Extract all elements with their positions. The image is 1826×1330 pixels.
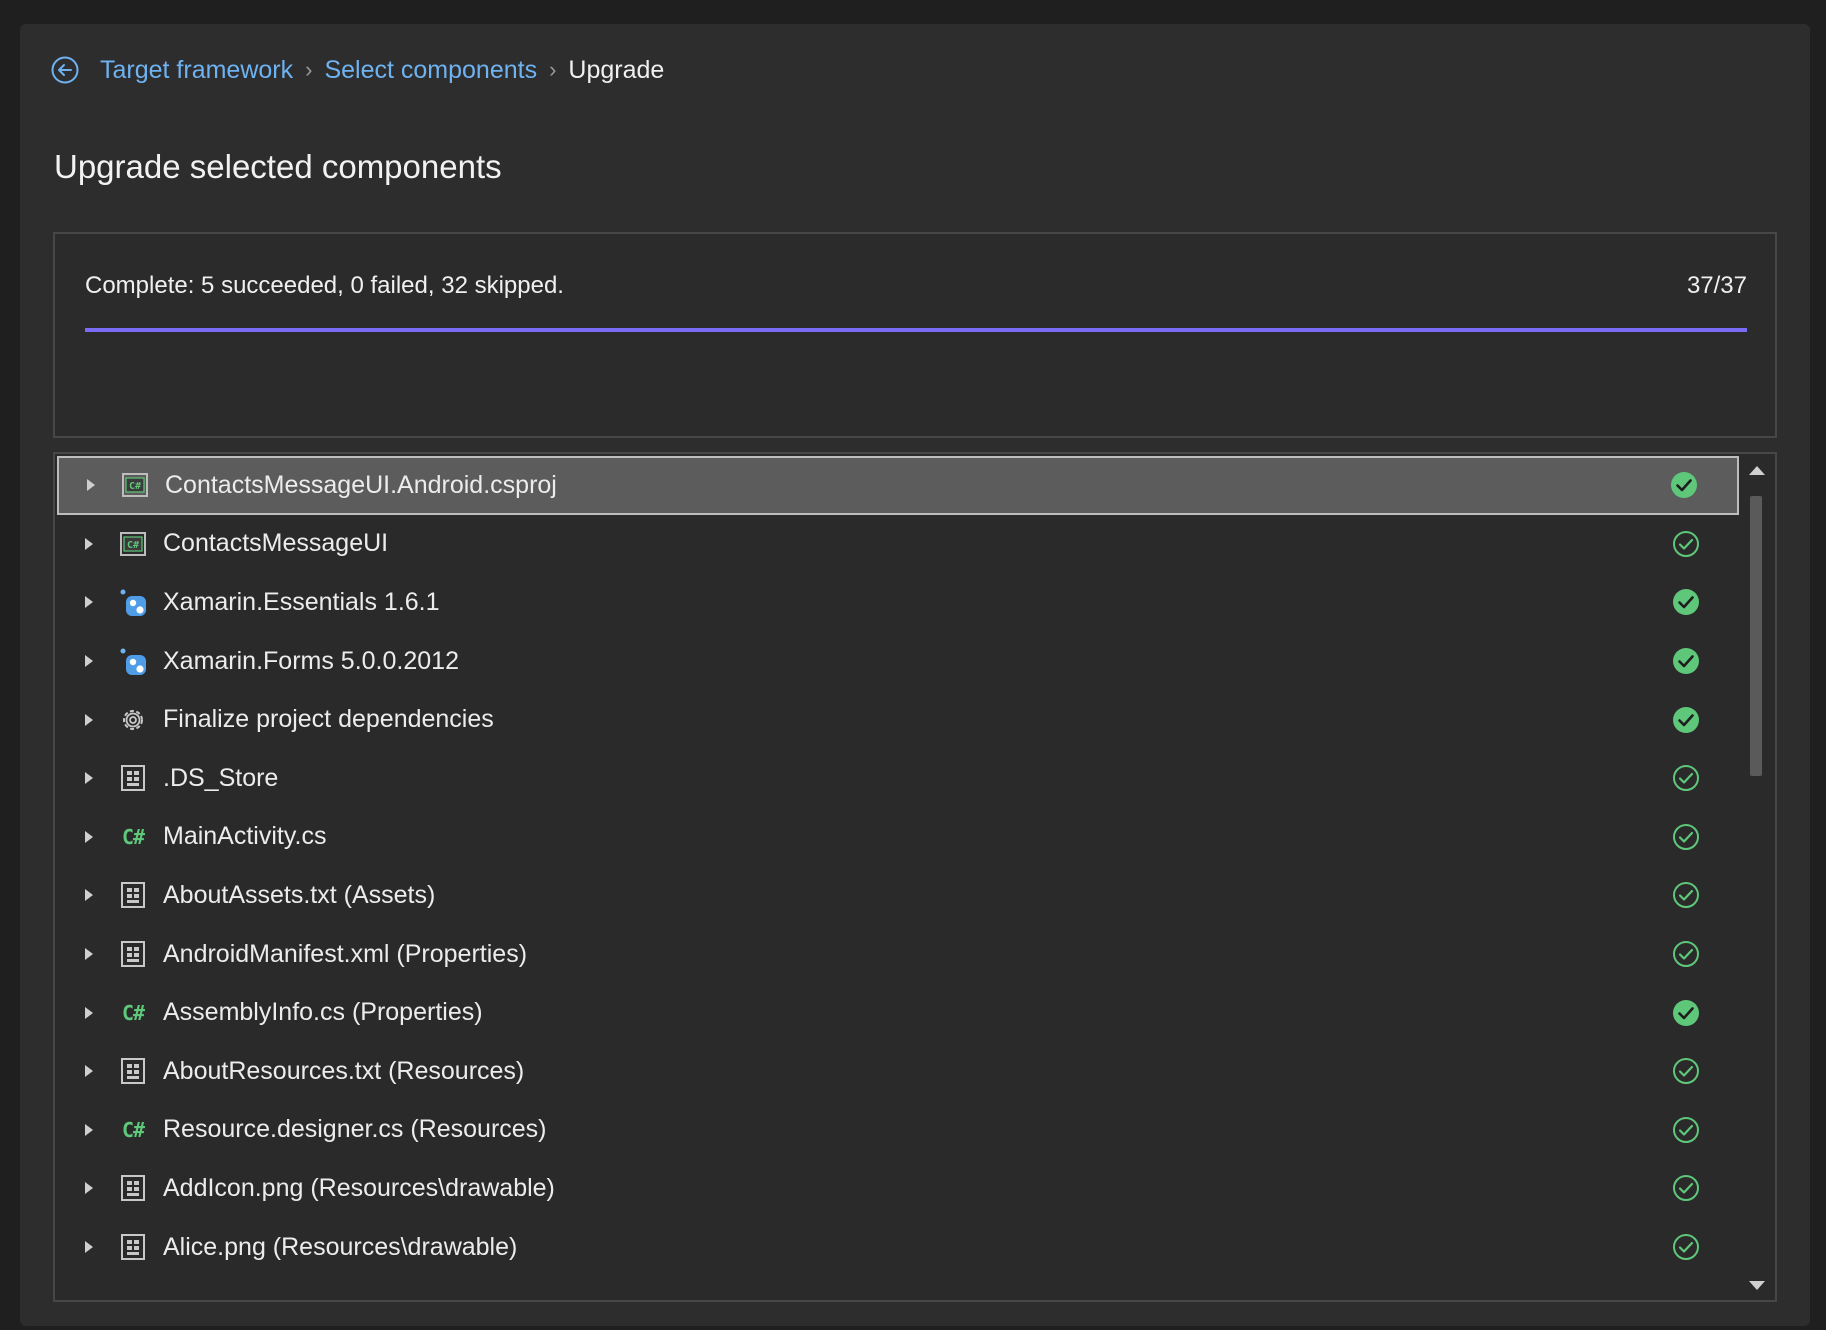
file-icon xyxy=(117,1055,149,1087)
success-filled-check-icon xyxy=(1671,998,1701,1028)
list-item-label: Resource.designer.cs (Resources) xyxy=(163,1115,547,1144)
csharp-project-icon: C# xyxy=(117,528,149,560)
breadcrumb: Target framework › Select components › U… xyxy=(50,50,664,90)
status-count: 37/37 xyxy=(1686,272,1747,299)
expand-arrow-icon[interactable] xyxy=(85,1065,93,1078)
list-item[interactable]: C# AssemblyInfo.cs (Properties) xyxy=(57,983,1739,1042)
csharp-file-icon: C# xyxy=(121,824,145,849)
file-icon xyxy=(117,938,149,970)
breadcrumb-separator: › xyxy=(549,57,557,82)
list-item-label: AssemblyInfo.cs (Properties) xyxy=(163,998,483,1027)
success-filled-check-icon xyxy=(1671,587,1701,617)
success-outline-check-icon xyxy=(1671,1115,1701,1145)
page-title: Upgrade selected components xyxy=(54,148,502,185)
csharp-file-icon: C# xyxy=(121,1117,145,1142)
list-item[interactable]: AboutResources.txt (Resources) xyxy=(57,1042,1739,1101)
expand-arrow-icon[interactable] xyxy=(85,537,93,550)
list-item[interactable]: Xamarin.Essentials 1.6.1 xyxy=(57,573,1739,632)
svg-text:C#: C# xyxy=(129,481,141,492)
expand-arrow-icon[interactable] xyxy=(85,655,93,668)
scroll-up-arrow-icon[interactable] xyxy=(1749,466,1765,475)
list-item[interactable]: Xamarin.Forms 5.0.0.2012 xyxy=(57,632,1739,691)
back-arrow-icon[interactable] xyxy=(50,55,80,85)
list-item[interactable]: AndroidManifest.xml (Properties) xyxy=(57,925,1739,984)
list-item[interactable]: C# ContactsMessageUI.Android.csproj xyxy=(57,456,1739,515)
success-outline-check-icon xyxy=(1671,822,1701,852)
gear-icon xyxy=(117,704,149,736)
list-item[interactable]: Alice.png (Resources\drawable) xyxy=(57,1218,1739,1277)
success-outline-check-icon xyxy=(1671,939,1701,969)
list-item[interactable]: Finalize project dependencies xyxy=(57,690,1739,749)
file-icon xyxy=(117,1231,149,1263)
list-item[interactable]: AboutAssets.txt (Assets) xyxy=(57,866,1739,925)
svg-text:C#: C# xyxy=(127,540,139,551)
expand-arrow-icon[interactable] xyxy=(85,772,93,785)
list-item[interactable]: C# ContactsMessageUI xyxy=(57,515,1739,574)
expand-arrow-icon[interactable] xyxy=(85,1123,93,1136)
success-outline-check-icon xyxy=(1671,529,1701,559)
file-icon xyxy=(117,1172,149,1204)
list-item-label: AboutResources.txt (Resources) xyxy=(163,1056,525,1085)
expand-arrow-icon[interactable] xyxy=(85,713,93,726)
components-list: C# ContactsMessageUI.Android.csproj C# Cont… xyxy=(53,452,1777,1302)
list-item-label: Xamarin.Forms 5.0.0.2012 xyxy=(163,646,459,675)
success-outline-check-icon xyxy=(1671,880,1701,910)
progress-fill xyxy=(85,328,1747,332)
scroll-down-arrow-icon[interactable] xyxy=(1749,1281,1765,1290)
list-item-label: Alice.png (Resources\drawable) xyxy=(163,1232,518,1261)
success-outline-check-icon xyxy=(1671,1232,1701,1262)
scroll-thumb[interactable] xyxy=(1750,496,1762,776)
breadcrumb-current: Upgrade xyxy=(568,55,665,84)
expand-arrow-icon[interactable] xyxy=(85,889,93,902)
status-message: Complete: 5 succeeded, 0 failed, 32 skip… xyxy=(85,272,564,299)
success-filled-check-icon xyxy=(1671,705,1701,735)
list-item-label: .DS_Store xyxy=(163,763,279,792)
success-outline-check-icon xyxy=(1671,1173,1701,1203)
list-item-label: AboutAssets.txt (Assets) xyxy=(163,880,436,909)
list-item-label: ContactsMessageUI xyxy=(163,529,389,558)
success-filled-check-icon xyxy=(1669,470,1699,500)
success-outline-check-icon xyxy=(1671,763,1701,793)
expand-arrow-icon[interactable] xyxy=(85,1241,93,1254)
progress-bar xyxy=(85,328,1747,332)
list-item-label: Finalize project dependencies xyxy=(163,705,494,734)
list-item[interactable]: C# Resource.designer.cs (Resources) xyxy=(57,1101,1739,1160)
expand-arrow-icon[interactable] xyxy=(87,479,95,492)
upgrade-window: Target framework › Select components › U… xyxy=(20,24,1810,1326)
list-item-label: MainActivity.cs xyxy=(163,822,327,851)
list-item-label: AddIcon.png (Resources\drawable) xyxy=(163,1173,555,1202)
breadcrumb-select-components[interactable]: Select components xyxy=(324,56,537,85)
list-item[interactable]: .DS_Store xyxy=(57,749,1739,808)
vertical-scrollbar[interactable] xyxy=(1739,456,1773,1300)
expand-arrow-icon[interactable] xyxy=(85,596,93,609)
success-filled-check-icon xyxy=(1671,646,1701,676)
breadcrumb-target-framework[interactable]: Target framework xyxy=(100,56,293,85)
breadcrumb-separator: › xyxy=(305,57,313,82)
list-item-label: AndroidManifest.xml (Properties) xyxy=(163,939,528,968)
list-item[interactable]: AddIcon.png (Resources\drawable) xyxy=(57,1159,1739,1218)
components-list-rows: C# ContactsMessageUI.Android.csproj C# Cont… xyxy=(57,456,1739,1276)
expand-arrow-icon[interactable] xyxy=(85,830,93,843)
nuget-package-icon xyxy=(117,645,149,677)
expand-arrow-icon[interactable] xyxy=(85,948,93,961)
status-panel: Complete: 5 succeeded, 0 failed, 32 skip… xyxy=(53,232,1777,438)
nuget-package-icon xyxy=(117,586,149,618)
file-icon xyxy=(117,762,149,794)
success-outline-check-icon xyxy=(1671,1056,1701,1086)
csharp-project-icon: C# xyxy=(119,469,151,501)
expand-arrow-icon[interactable] xyxy=(85,1182,93,1195)
csharp-file-icon: C# xyxy=(121,1000,145,1025)
expand-arrow-icon[interactable] xyxy=(85,1006,93,1019)
file-icon xyxy=(117,879,149,911)
list-item[interactable]: C# MainActivity.cs xyxy=(57,808,1739,867)
list-item-label: Xamarin.Essentials 1.6.1 xyxy=(163,587,440,616)
list-item-label: ContactsMessageUI.Android.csproj xyxy=(165,470,557,499)
